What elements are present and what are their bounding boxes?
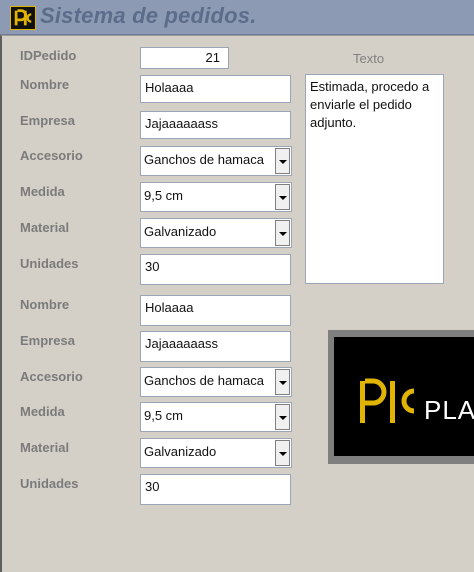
unidades-label: Unidades	[20, 256, 79, 271]
medida-label: Medida	[20, 184, 65, 199]
texto-label: Texto	[353, 51, 385, 66]
medida-value-2: 9,5 cm	[144, 408, 184, 423]
accesorio-combo-2[interactable]: Ganchos de hamaca	[140, 367, 292, 397]
texto-field[interactable]: Estimada, procedo a enviarle el pedido a…	[305, 74, 444, 284]
unidades-label-2: Unidades	[20, 476, 79, 491]
accesorio-combo[interactable]: Ganchos de hamaca	[140, 146, 292, 176]
empresa-label: Empresa	[20, 113, 75, 128]
nombre-field-2[interactable]: Holaaaa	[140, 295, 291, 326]
chevron-down-icon[interactable]	[275, 369, 290, 395]
unidades-field-2[interactable]: 30	[140, 474, 291, 505]
idpedido-field[interactable]: 21	[140, 47, 229, 69]
material-combo-2[interactable]: Galvanizado	[140, 438, 292, 468]
accesorio-label: Accesorio	[20, 148, 83, 163]
window-header: Sistema de pedidos.	[0, 0, 474, 35]
banner-background: PLA	[334, 337, 474, 456]
material-value-2: Galvanizado	[144, 444, 217, 459]
nombre-field[interactable]: Holaaaa	[140, 75, 291, 103]
app-title: Sistema de pedidos.	[40, 3, 257, 28]
chevron-down-icon[interactable]	[275, 404, 290, 430]
material-value: Galvanizado	[144, 224, 217, 239]
material-combo[interactable]: Galvanizado	[140, 218, 292, 248]
empresa-field[interactable]: Jajaaaaaass	[140, 111, 291, 139]
accesorio-value: Ganchos de hamaca	[144, 152, 264, 167]
chevron-down-icon[interactable]	[275, 184, 290, 210]
nombre-label: Nombre	[20, 77, 70, 92]
medida-combo[interactable]: 9,5 cm	[140, 182, 292, 212]
company-logo-icon	[360, 378, 415, 423]
accesorio-label-2: Accesorio	[20, 369, 83, 384]
chevron-down-icon[interactable]	[275, 440, 290, 466]
empresa-field-2[interactable]: Jajaaaaaass	[140, 331, 291, 362]
banner-text: PLA	[424, 395, 474, 425]
chevron-down-icon[interactable]	[275, 148, 290, 174]
chevron-down-icon[interactable]	[275, 220, 290, 246]
idpedido-label: IDPedido	[20, 48, 77, 63]
company-banner: PLA	[328, 330, 474, 464]
medida-label-2: Medida	[20, 404, 65, 419]
unidades-field[interactable]: 30	[140, 254, 291, 285]
company-logo-icon	[10, 6, 36, 30]
accesorio-value-2: Ganchos de hamaca	[144, 373, 264, 388]
empresa-label-2: Empresa	[20, 333, 75, 348]
medida-value: 9,5 cm	[144, 188, 184, 203]
medida-combo-2[interactable]: 9,5 cm	[140, 402, 292, 432]
nombre-label-2: Nombre	[20, 297, 70, 312]
material-label: Material	[20, 220, 70, 235]
material-label-2: Material	[20, 440, 70, 455]
